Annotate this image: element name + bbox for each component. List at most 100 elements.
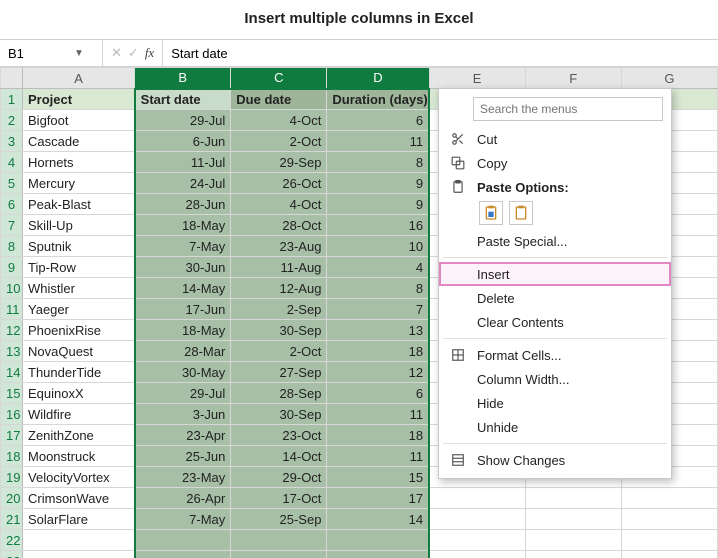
cell-D23[interactable]: [327, 551, 429, 558]
cell-C15[interactable]: 28-Sep: [231, 383, 327, 404]
cell-A15[interactable]: EquinoxX: [23, 383, 135, 404]
cell-C10[interactable]: 12-Aug: [231, 278, 327, 299]
cell-A19[interactable]: VelocityVortex: [23, 467, 135, 488]
cell-D1[interactable]: Duration (days): [327, 89, 429, 110]
cell-G23[interactable]: [621, 551, 717, 558]
row-header-21[interactable]: 21: [1, 509, 23, 530]
menu-copy[interactable]: Copy: [439, 151, 671, 175]
cell-A20[interactable]: CrimsonWave: [23, 488, 135, 509]
menu-cut[interactable]: Cut: [439, 127, 671, 151]
row-header-14[interactable]: 14: [1, 362, 23, 383]
cell-A21[interactable]: SolarFlare: [23, 509, 135, 530]
cell-D7[interactable]: 16: [327, 215, 429, 236]
cell-F22[interactable]: [525, 530, 621, 551]
cell-C5[interactable]: 26-Oct: [231, 173, 327, 194]
cell-F23[interactable]: [525, 551, 621, 558]
menu-format-cells[interactable]: Format Cells...: [439, 343, 671, 367]
cell-C9[interactable]: 11-Aug: [231, 257, 327, 278]
cell-B22[interactable]: [135, 530, 231, 551]
row-header-13[interactable]: 13: [1, 341, 23, 362]
cell-D18[interactable]: 11: [327, 446, 429, 467]
cell-D2[interactable]: 6: [327, 110, 429, 131]
menu-clear-contents[interactable]: Clear Contents: [439, 310, 671, 334]
cell-C12[interactable]: 30-Sep: [231, 320, 327, 341]
cell-D9[interactable]: 4: [327, 257, 429, 278]
cell-C3[interactable]: 2-Oct: [231, 131, 327, 152]
cell-C7[interactable]: 28-Oct: [231, 215, 327, 236]
cell-D5[interactable]: 9: [327, 173, 429, 194]
row-header-15[interactable]: 15: [1, 383, 23, 404]
cell-B13[interactable]: 28-Mar: [135, 341, 231, 362]
cell-B11[interactable]: 17-Jun: [135, 299, 231, 320]
cell-B14[interactable]: 30-May: [135, 362, 231, 383]
cell-A9[interactable]: Tip-Row: [23, 257, 135, 278]
paste-option-keep-source[interactable]: [479, 201, 503, 225]
row-header-17[interactable]: 17: [1, 425, 23, 446]
row-header-22[interactable]: 22: [1, 530, 23, 551]
cell-F20[interactable]: [525, 488, 621, 509]
column-header-F[interactable]: F: [525, 68, 621, 89]
cell-A12[interactable]: PhoenixRise: [23, 320, 135, 341]
cell-B5[interactable]: 24-Jul: [135, 173, 231, 194]
menu-unhide[interactable]: Unhide: [439, 415, 671, 439]
cell-B8[interactable]: 7-May: [135, 236, 231, 257]
cell-B19[interactable]: 23-May: [135, 467, 231, 488]
cell-E21[interactable]: [429, 509, 525, 530]
fx-icon[interactable]: fx: [145, 45, 154, 61]
row-header-5[interactable]: 5: [1, 173, 23, 194]
cell-D21[interactable]: 14: [327, 509, 429, 530]
row-header-6[interactable]: 6: [1, 194, 23, 215]
cell-B2[interactable]: 29-Jul: [135, 110, 231, 131]
cell-D11[interactable]: 7: [327, 299, 429, 320]
cell-F21[interactable]: [525, 509, 621, 530]
cell-D12[interactable]: 13: [327, 320, 429, 341]
cell-A22[interactable]: [23, 530, 135, 551]
cell-A1[interactable]: Project: [23, 89, 135, 110]
cell-C16[interactable]: 30-Sep: [231, 404, 327, 425]
row-header-18[interactable]: 18: [1, 446, 23, 467]
cell-B16[interactable]: 3-Jun: [135, 404, 231, 425]
cell-D17[interactable]: 18: [327, 425, 429, 446]
cell-D22[interactable]: [327, 530, 429, 551]
menu-show-changes[interactable]: Show Changes: [439, 448, 671, 472]
row-header-1[interactable]: 1: [1, 89, 23, 110]
cell-D13[interactable]: 18: [327, 341, 429, 362]
name-box-wrap[interactable]: ▼: [0, 40, 103, 66]
cell-C19[interactable]: 29-Oct: [231, 467, 327, 488]
cell-B17[interactable]: 23-Apr: [135, 425, 231, 446]
cell-A10[interactable]: Whistler: [23, 278, 135, 299]
cell-B21[interactable]: 7-May: [135, 509, 231, 530]
cell-A6[interactable]: Peak-Blast: [23, 194, 135, 215]
row-header-8[interactable]: 8: [1, 236, 23, 257]
cell-B4[interactable]: 11-Jul: [135, 152, 231, 173]
row-header-23[interactable]: 23: [1, 551, 23, 558]
cell-A2[interactable]: Bigfoot: [23, 110, 135, 131]
row-header-10[interactable]: 10: [1, 278, 23, 299]
formula-input[interactable]: [163, 40, 718, 66]
column-header-G[interactable]: G: [621, 68, 717, 89]
cell-C23[interactable]: [231, 551, 327, 558]
column-header-A[interactable]: A: [23, 68, 135, 89]
cell-A13[interactable]: NovaQuest: [23, 341, 135, 362]
column-header-D[interactable]: D: [327, 68, 429, 89]
name-box-dropdown-icon[interactable]: ▼: [70, 48, 88, 59]
cell-D14[interactable]: 12: [327, 362, 429, 383]
cell-A5[interactable]: Mercury: [23, 173, 135, 194]
name-box[interactable]: [6, 45, 70, 62]
cell-B20[interactable]: 26-Apr: [135, 488, 231, 509]
cell-B23[interactable]: [135, 551, 231, 558]
row-header-11[interactable]: 11: [1, 299, 23, 320]
menu-paste-special[interactable]: Paste Special...: [439, 229, 671, 253]
column-header-E[interactable]: E: [429, 68, 525, 89]
cell-A23[interactable]: [23, 551, 135, 558]
menu-column-width[interactable]: Column Width...: [439, 367, 671, 391]
cell-D10[interactable]: 8: [327, 278, 429, 299]
cell-E23[interactable]: [429, 551, 525, 558]
cell-A4[interactable]: Hornets: [23, 152, 135, 173]
cell-E20[interactable]: [429, 488, 525, 509]
row-header-4[interactable]: 4: [1, 152, 23, 173]
cell-A8[interactable]: Sputnik: [23, 236, 135, 257]
menu-search-wrap[interactable]: [473, 97, 663, 121]
cell-D8[interactable]: 10: [327, 236, 429, 257]
cell-G21[interactable]: [621, 509, 717, 530]
